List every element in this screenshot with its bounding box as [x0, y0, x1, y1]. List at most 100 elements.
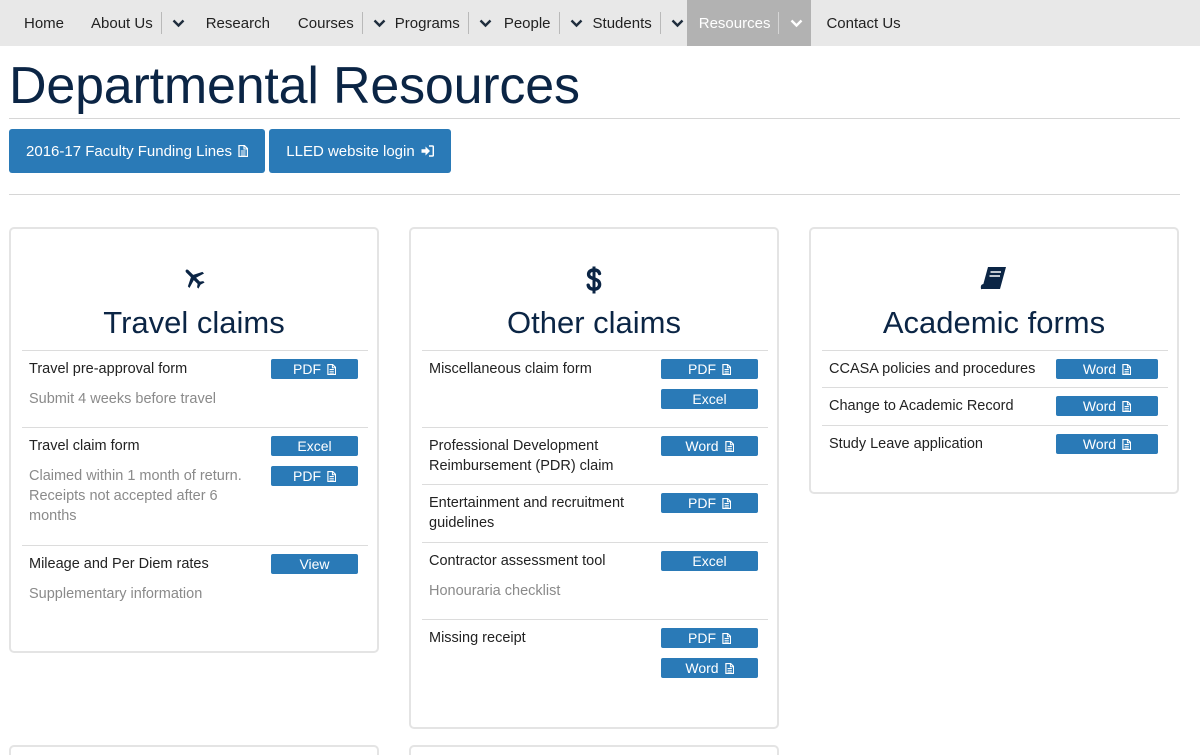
nav-divider: [361, 12, 363, 34]
title-divider: [9, 118, 1180, 119]
file-icon: [238, 145, 248, 157]
misc-claim-excel-button[interactable]: Excel: [661, 389, 758, 409]
chevron-down-icon[interactable]: [477, 19, 495, 28]
button-label: PDF: [688, 361, 716, 377]
pdr-claim-word-button[interactable]: Word: [661, 436, 758, 456]
nav-students[interactable]: Students: [586, 0, 687, 46]
nav-people[interactable]: People: [495, 0, 586, 46]
sign-in-icon: [421, 145, 434, 157]
travel-claim-pdf-button[interactable]: PDF: [271, 466, 358, 486]
button-label: Word: [685, 660, 719, 676]
chevron-down-icon[interactable]: [568, 19, 586, 28]
button-label: PDF: [688, 630, 716, 646]
button-label: PDF: [293, 361, 321, 377]
missing-receipt-pdf-button[interactable]: PDF: [661, 628, 758, 648]
chevron-down-icon[interactable]: [787, 19, 805, 28]
button-label: PDF: [688, 495, 716, 511]
study-leave-word-button[interactable]: Word: [1056, 434, 1158, 454]
entertainment-guidelines-pdf-button[interactable]: PDF: [661, 493, 758, 513]
nav-about-us[interactable]: About Us: [88, 0, 188, 46]
mileage-rates-view-button[interactable]: View: [271, 554, 358, 574]
next-card-edge: [409, 745, 779, 755]
list-item: Miscellaneous claim form PDF Excel: [422, 350, 768, 427]
study-leave-label: Study Leave application: [829, 436, 983, 452]
nav-programs[interactable]: Programs: [389, 0, 495, 46]
chevron-down-icon[interactable]: [170, 19, 188, 28]
travel-claims-card: Travel claims Travel pre-approval form S…: [9, 227, 379, 653]
nav-people-label: People: [503, 14, 551, 32]
file-icon: [724, 440, 734, 452]
nav-divider: [659, 12, 661, 34]
lled-login-button[interactable]: LLED website login: [269, 129, 451, 173]
button-label: Word: [1082, 436, 1117, 452]
file-icon: [722, 363, 731, 375]
missing-receipt-word-button[interactable]: Word: [661, 658, 758, 678]
academic-forms-title: Academic forms: [882, 305, 1106, 340]
button-label: Excel: [297, 438, 332, 454]
travel-claim-excel-button[interactable]: Excel: [271, 436, 358, 456]
nav-divider: [160, 12, 162, 34]
nav-resources-label: Resources: [698, 14, 771, 32]
file-icon: [327, 363, 336, 375]
pdr-claim-label: Professional Development Reimbursement (…: [429, 438, 614, 474]
file-icon: [724, 662, 734, 674]
honouraria-checklist-note: Honouraria checklist: [429, 583, 561, 599]
nav-contact-us-label: Contact Us: [826, 14, 901, 32]
mileage-rates-note: Supplementary information: [29, 586, 203, 602]
nav-contact-us[interactable]: Contact Us: [811, 0, 900, 46]
contractor-tool-excel-button[interactable]: Excel: [661, 551, 758, 571]
list-item: Missing receipt PDF Word: [422, 619, 768, 699]
list-item: Travel claim form Claimed within 1 month…: [22, 427, 368, 545]
ccasa-policies-label: CCASA policies and procedures: [829, 361, 1036, 377]
page-title: Departmental Resources: [9, 57, 580, 115]
nav-home-label: Home: [24, 14, 65, 32]
list-item: Mileage and Per Diem rates Supplementary…: [22, 545, 368, 625]
button-label: Excel: [692, 553, 727, 569]
contractor-tool-label: Contractor assessment tool: [429, 553, 606, 569]
nav-courses-label: Courses: [297, 14, 354, 32]
nav-programs-label: Programs: [394, 14, 460, 32]
buttons-divider: [9, 194, 1180, 195]
dollar-icon: [411, 265, 777, 295]
list-item: CCASA policies and procedures Word: [822, 350, 1168, 387]
travel-preapproval-label: Travel pre-approval form: [29, 361, 188, 377]
next-card-edge: [9, 745, 379, 755]
nav-home[interactable]: Home: [0, 0, 88, 46]
other-claims-card: Other claims Miscellaneous claim form PD…: [409, 227, 779, 729]
nav-research-label: Research: [205, 14, 270, 32]
list-item: Change to Academic Record Word: [822, 387, 1168, 425]
file-icon: [1122, 438, 1132, 450]
nav-students-label: Students: [592, 14, 652, 32]
nav-courses[interactable]: Courses: [270, 0, 389, 46]
travel-preapproval-pdf-button[interactable]: PDF: [271, 359, 358, 379]
nav-divider: [778, 12, 780, 34]
entertainment-guidelines-label: Entertainment and recruitment guidelines: [429, 495, 625, 531]
main-nav: Home About Us Research Courses Programs …: [0, 0, 1200, 46]
nav-about-us-label: About Us: [91, 14, 153, 32]
other-claims-title: Other claims: [507, 305, 681, 340]
chevron-down-icon[interactable]: [371, 19, 389, 28]
file-icon: [327, 470, 336, 482]
file-icon: [722, 497, 731, 509]
academic-record-word-button[interactable]: Word: [1056, 396, 1158, 416]
nav-research[interactable]: Research: [188, 0, 270, 46]
nav-resources[interactable]: Resources: [686, 0, 812, 46]
button-label: PDF: [293, 468, 321, 484]
plane-icon: [11, 265, 377, 291]
misc-claim-pdf-button[interactable]: PDF: [661, 359, 758, 379]
button-label: View: [299, 556, 330, 572]
faculty-funding-button[interactable]: 2016-17 Faculty Funding Lines: [9, 129, 265, 173]
misc-claim-label: Miscellaneous claim form: [429, 361, 592, 377]
file-icon: [1122, 363, 1132, 375]
ccasa-policies-word-button[interactable]: Word: [1056, 359, 1158, 379]
list-item: Contractor assessment tool Honouraria ch…: [422, 542, 768, 619]
academic-record-label: Change to Academic Record: [829, 398, 1014, 414]
list-item: Entertainment and recruitment guidelines…: [422, 484, 768, 542]
button-label: Word: [1082, 398, 1117, 414]
list-item: Study Leave application Word: [822, 425, 1168, 465]
mileage-rates-label: Mileage and Per Diem rates: [29, 556, 209, 572]
button-label: Word: [1082, 361, 1117, 377]
faculty-funding-label: 2016-17 Faculty Funding Lines: [26, 142, 232, 160]
academic-forms-card: Academic forms CCASA policies and proced…: [809, 227, 1179, 494]
chevron-down-icon[interactable]: [669, 19, 687, 28]
